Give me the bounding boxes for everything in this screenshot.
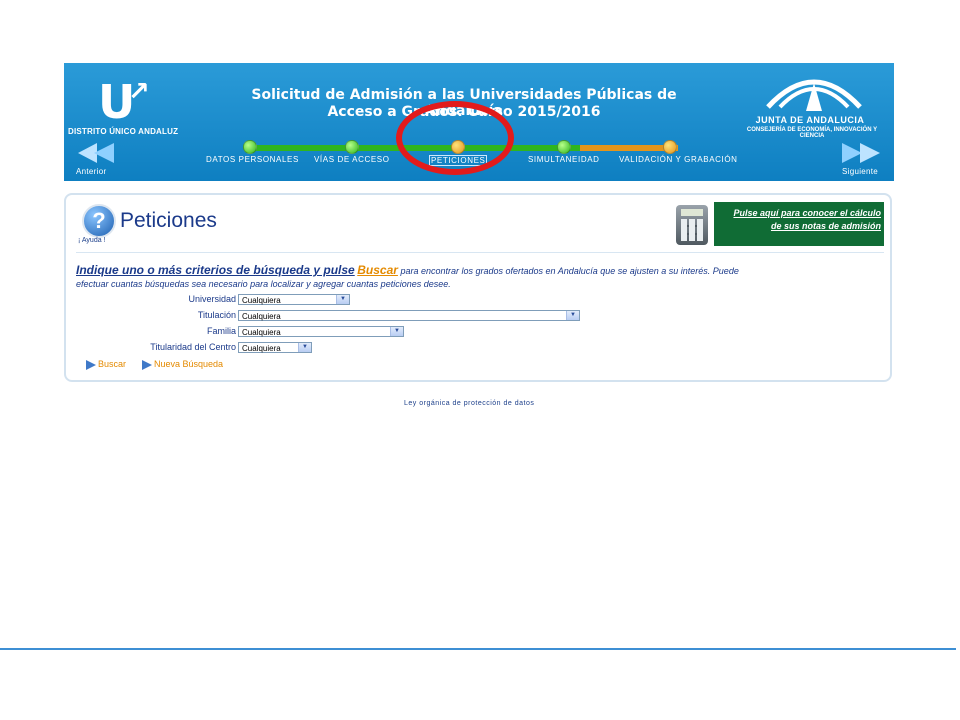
calculator-screen (681, 209, 703, 216)
titularidad-value: Cualquiera (242, 344, 281, 353)
chevron-down-icon[interactable]: ▼ (336, 295, 349, 304)
distrito-unico-logo: U ↗ (98, 77, 150, 125)
universidad-label: Universidad (188, 294, 236, 304)
calculator-icon[interactable] (676, 205, 708, 245)
junta-name: JUNTA DE ANDALUCIA (755, 115, 865, 125)
titulacion-select[interactable]: Cualquiera ▼ (238, 310, 580, 321)
chevron-down-icon[interactable]: ▼ (566, 311, 579, 320)
previous-link[interactable]: Anterior (76, 167, 106, 176)
chevron-down-icon[interactable]: ▼ (390, 327, 403, 336)
instructions-line1: Indique uno o más criterios de búsqueda … (76, 263, 876, 277)
grade-link-line2[interactable]: de sus notas de admisión (714, 220, 881, 233)
filter-row-titulacion: Titulación (66, 310, 236, 322)
previous-arrow-icon[interactable] (78, 143, 116, 163)
grade-link-line1[interactable]: Pulse aquí para conocer el cálculo (714, 207, 881, 220)
panel-title: Peticiones (120, 209, 217, 232)
step-datos-personales[interactable]: DATOS PERSONALES (206, 155, 299, 164)
titulacion-label: Titulación (197, 310, 236, 320)
step-node-validacion[interactable] (663, 140, 677, 154)
step-node-simultaneidad[interactable] (557, 140, 571, 154)
titulacion-value: Cualquiera (242, 312, 281, 321)
nueva-busqueda-button[interactable]: Nueva Búsqueda (142, 359, 223, 370)
highlight-circle (396, 101, 514, 175)
calculator-keys (681, 219, 703, 241)
step-simultaneidad[interactable]: SIMULTANEIDAD (528, 155, 600, 164)
step-vias-de-acceso[interactable]: VÍAS DE ACCESO (314, 155, 390, 164)
bottom-rule (0, 648, 956, 650)
filter-row-universidad: Universidad (66, 294, 236, 306)
step-node-vias-de-acceso[interactable] (345, 140, 359, 154)
nueva-busqueda-label[interactable]: Nueva Búsqueda (154, 359, 223, 369)
divider (76, 252, 884, 253)
consejeria-label: CONSEJERÍA DE ECONOMÍA, INNOVACIÓN Y CIE… (746, 127, 878, 139)
district-label: DISTRITO ÚNICO ANDALUZ (68, 127, 179, 136)
chevron-down-icon[interactable]: ▼ (298, 343, 311, 352)
instruction-lead: Indique uno o más criterios de búsqueda … (76, 263, 355, 277)
grade-calculation-link[interactable]: Pulse aquí para conocer el cálculo de su… (714, 202, 884, 246)
filter-row-familia: Familia (66, 326, 236, 338)
help-icon[interactable]: ? (82, 204, 116, 238)
junta-andalucia-logo (766, 79, 862, 111)
buscar-button[interactable]: Buscar (86, 359, 126, 370)
instructions-line2: efectuar cuantas búsquedas sea necesario… (76, 279, 451, 289)
familia-label: Familia (206, 326, 236, 336)
help-label[interactable]: ¡ Ayuda ! (78, 237, 106, 244)
titularidad-select[interactable]: Cualquiera ▼ (238, 342, 312, 353)
next-arrow-icon[interactable] (842, 143, 880, 163)
next-link[interactable]: Siguiente (842, 167, 878, 176)
titularidad-label: Titularidad del Centro (150, 342, 236, 352)
step-validacion-grabacion[interactable]: VALIDACIÓN Y GRABACIÓN (619, 155, 738, 164)
familia-value: Cualquiera (242, 328, 281, 337)
peticiones-panel: ? ¡ Ayuda ! Peticiones Pulse aquí para c… (64, 193, 892, 382)
play-arrow-icon (142, 359, 152, 370)
instruction-rest: para encontrar los grados ofertados en A… (400, 266, 739, 276)
logo-arrow-icon: ↗ (128, 77, 150, 107)
universidad-select[interactable]: Cualquiera ▼ (238, 294, 350, 305)
data-protection-link[interactable]: Ley orgánica de protección de datos (404, 400, 534, 407)
filter-row-titularidad: Titularidad del Centro (66, 342, 236, 354)
buscar-label[interactable]: Buscar (98, 359, 126, 369)
instruction-buscar-link[interactable]: Buscar (357, 263, 398, 277)
universidad-value: Cualquiera (242, 296, 281, 305)
familia-select[interactable]: Cualquiera ▼ (238, 326, 404, 337)
play-arrow-icon (86, 359, 96, 370)
step-node-datos-personales[interactable] (243, 140, 257, 154)
